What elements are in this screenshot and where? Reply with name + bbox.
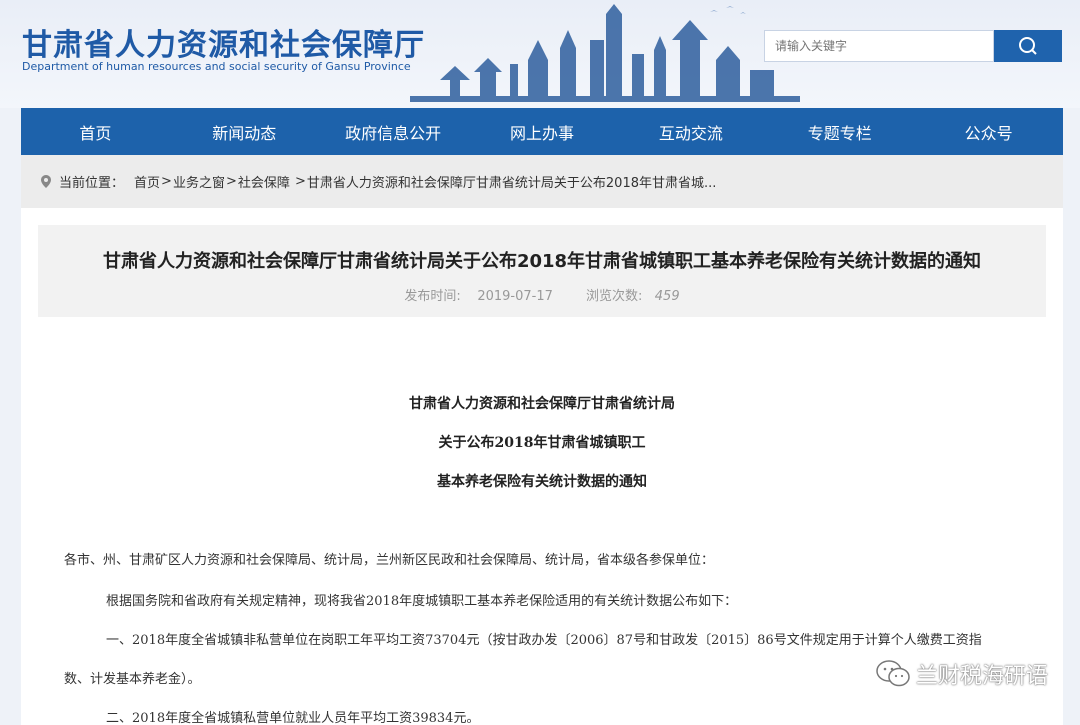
nav-item-news[interactable]: 新闻动态: [170, 108, 319, 155]
city-skyline-banner: [410, 4, 800, 102]
views-count: 459: [654, 289, 680, 304]
site-header: 甘肃省人力资源和社会保障厅 Department of human resour…: [0, 0, 1080, 108]
breadcrumb-business-link[interactable]: 业务之窗: [173, 172, 225, 191]
watermark-text: 兰财税海研语: [915, 664, 1048, 689]
publish-date: 2019-07-17: [477, 289, 553, 304]
breadcrumb-social-security-link[interactable]: 社会保障: [238, 172, 290, 191]
doc-heading-line-1: 甘肃省人力资源和社会保障厅甘肃省统计局: [409, 396, 675, 412]
site-logo-subtitle: Department of human resources and social…: [22, 60, 411, 73]
article-meta: 发布时间: 2019-07-17 浏览次数: 459: [38, 285, 1046, 304]
doc-heading-line-2: 关于公布2018年甘肃省城镇职工: [438, 435, 646, 451]
nav-item-gov-info[interactable]: 政府信息公开: [319, 108, 468, 155]
search-icon: [1019, 37, 1037, 55]
breadcrumb: 当前位置： 首页 > 业务之窗 > 社会保障 > 甘肃省人力资源和社会保障厅甘肃…: [21, 155, 1063, 208]
breadcrumb-label: 当前位置：: [59, 176, 125, 191]
doc-paragraph-item-1: 一、2018年度全省城镇非私营单位在岗职工年平均工资73704元（按甘政办发〔2…: [106, 633, 982, 648]
search-button[interactable]: [994, 30, 1062, 62]
nav-item-online-services[interactable]: 网上办事: [468, 108, 617, 155]
nav-item-interaction[interactable]: 互动交流: [616, 108, 765, 155]
nav-item-official-account[interactable]: 公众号: [914, 108, 1063, 155]
publish-label: 发布时间:: [404, 289, 461, 304]
main-nav: 首页 新闻动态 政府信息公开 网上办事 互动交流 专题专栏 公众号: [21, 108, 1063, 155]
search-input[interactable]: [764, 30, 994, 62]
article-header: 甘肃省人力资源和社会保障厅甘肃省统计局关于公布2018年甘肃省城镇职工基本养老保…: [38, 225, 1046, 317]
breadcrumb-home-link[interactable]: 首页: [134, 172, 160, 191]
wechat-watermark: 兰财税海研语: [876, 658, 1048, 690]
wechat-icon: [876, 660, 910, 687]
doc-recipients: 各市、州、甘肃矿区人力资源和社会保障局、统计局，兰州新区民政和社会保障局、统计局…: [64, 553, 715, 568]
breadcrumb-current-article[interactable]: 甘肃省人力资源和社会保障厅甘肃省统计局关于公布2018年甘肃省城...: [307, 172, 716, 191]
article-panel: 甘肃省人力资源和社会保障厅甘肃省统计局关于公布2018年甘肃省城镇职工基本养老保…: [21, 208, 1063, 725]
site-logo-title[interactable]: 甘肃省人力资源和社会保障厅: [22, 20, 425, 64]
doc-paragraph-item-2: 二、2018年度全省城镇私营单位就业人员年平均工资39834元。: [106, 711, 480, 725]
doc-heading-line-3: 基本养老保险有关统计数据的通知: [437, 474, 647, 490]
doc-paragraph-item-1-cont: 数、计发基本养老金）。: [64, 672, 201, 687]
nav-item-topics[interactable]: 专题专栏: [765, 108, 914, 155]
article-title: 甘肃省人力资源和社会保障厅甘肃省统计局关于公布2018年甘肃省城镇职工基本养老保…: [102, 251, 982, 272]
doc-paragraph-intro: 根据国务院和省政府有关规定精神，现将我省2018年度城镇职工基本养老保险适用的有…: [106, 594, 738, 609]
location-pin-icon: [41, 175, 51, 188]
nav-item-home[interactable]: 首页: [21, 108, 170, 155]
views-label: 浏览次数:: [585, 289, 643, 304]
